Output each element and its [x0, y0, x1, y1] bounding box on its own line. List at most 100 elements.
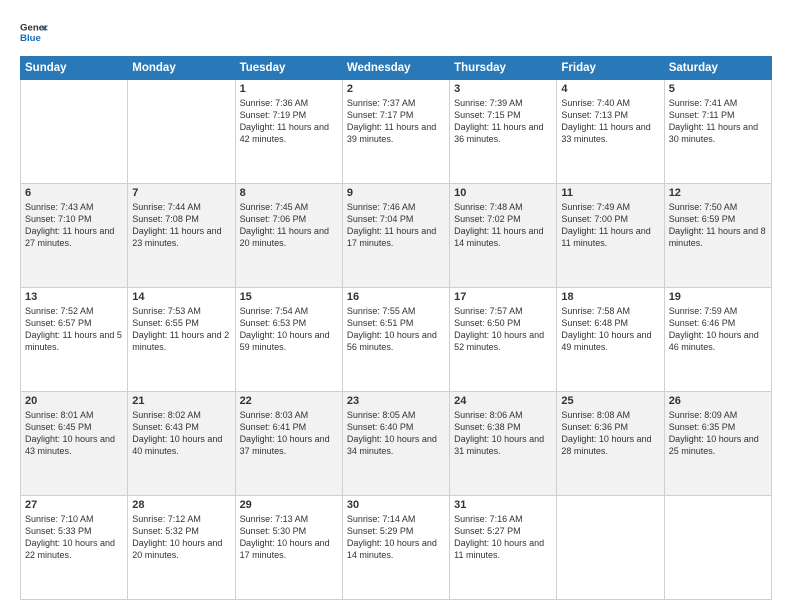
- day-number: 10: [454, 187, 552, 199]
- calendar-cell: 2 Sunrise: 7:37 AM Sunset: 7:17 PM Daylig…: [342, 80, 449, 184]
- day-number: 19: [669, 291, 767, 303]
- day-info: Sunrise: 8:06 AM Sunset: 6:38 PM Dayligh…: [454, 409, 552, 458]
- calendar-cell: 27 Sunrise: 7:10 AM Sunset: 5:33 PM Dayli…: [21, 496, 128, 600]
- day-info: Sunrise: 7:44 AM Sunset: 7:08 PM Dayligh…: [132, 201, 230, 250]
- calendar-week-row: 27 Sunrise: 7:10 AM Sunset: 5:33 PM Dayli…: [21, 496, 772, 600]
- calendar-cell: 13 Sunrise: 7:52 AM Sunset: 6:57 PM Dayli…: [21, 288, 128, 392]
- calendar-cell: 5 Sunrise: 7:41 AM Sunset: 7:11 PM Daylig…: [664, 80, 771, 184]
- page: General Blue SundayMondayTuesdayWednesda…: [0, 0, 792, 612]
- calendar-cell: 14 Sunrise: 7:53 AM Sunset: 6:55 PM Dayli…: [128, 288, 235, 392]
- day-of-week-header: Friday: [557, 57, 664, 80]
- day-info: Sunrise: 7:49 AM Sunset: 7:00 PM Dayligh…: [561, 201, 659, 250]
- day-info: Sunrise: 7:39 AM Sunset: 7:15 PM Dayligh…: [454, 97, 552, 146]
- calendar-cell: 22 Sunrise: 8:03 AM Sunset: 6:41 PM Dayli…: [235, 392, 342, 496]
- day-info: Sunrise: 8:05 AM Sunset: 6:40 PM Dayligh…: [347, 409, 445, 458]
- calendar-cell: 7 Sunrise: 7:44 AM Sunset: 7:08 PM Daylig…: [128, 184, 235, 288]
- day-info: Sunrise: 7:36 AM Sunset: 7:19 PM Dayligh…: [240, 97, 338, 146]
- calendar-cell: 21 Sunrise: 8:02 AM Sunset: 6:43 PM Dayli…: [128, 392, 235, 496]
- calendar-cell: 28Sunrise: 7:12 AM Sunset: 5:32 PM Dayli…: [128, 496, 235, 600]
- day-info: Sunrise: 8:02 AM Sunset: 6:43 PM Dayligh…: [132, 409, 230, 458]
- day-of-week-header: Sunday: [21, 57, 128, 80]
- day-number: 30: [347, 499, 445, 511]
- calendar-cell: 30 Sunrise: 7:14 AM Sunset: 5:29 PM Dayli…: [342, 496, 449, 600]
- day-number: 1: [240, 83, 338, 95]
- calendar-week-row: 1 Sunrise: 7:36 AM Sunset: 7:19 PM Daylig…: [21, 80, 772, 184]
- calendar-cell: 8 Sunrise: 7:45 AM Sunset: 7:06 PM Daylig…: [235, 184, 342, 288]
- day-info: Sunrise: 7:50 AM Sunset: 6:59 PM Dayligh…: [669, 201, 767, 250]
- calendar-cell: 25 Sunrise: 8:08 AM Sunset: 6:36 PM Dayli…: [557, 392, 664, 496]
- day-of-week-header: Thursday: [450, 57, 557, 80]
- calendar-week-row: 6 Sunrise: 7:43 AM Sunset: 7:10 PM Daylig…: [21, 184, 772, 288]
- day-info: Sunrise: 7:55 AM Sunset: 6:51 PM Dayligh…: [347, 305, 445, 354]
- day-number: 5: [669, 83, 767, 95]
- day-info: Sunrise: 8:09 AM Sunset: 6:35 PM Dayligh…: [669, 409, 767, 458]
- day-info: Sunrise: 7:16 AM Sunset: 5:27 PM Dayligh…: [454, 513, 552, 562]
- day-number: 7: [132, 187, 230, 199]
- calendar-cell: 31 Sunrise: 7:16 AM Sunset: 5:27 PM Dayli…: [450, 496, 557, 600]
- calendar-cell: 17 Sunrise: 7:57 AM Sunset: 6:50 PM Dayli…: [450, 288, 557, 392]
- day-info: Sunrise: 7:13 AM Sunset: 5:30 PM Dayligh…: [240, 513, 338, 562]
- day-info: Sunrise: 8:03 AM Sunset: 6:41 PM Dayligh…: [240, 409, 338, 458]
- day-info: Sunrise: 7:14 AM Sunset: 5:29 PM Dayligh…: [347, 513, 445, 562]
- day-number: 22: [240, 395, 338, 407]
- day-info: Sunrise: 7:54 AM Sunset: 6:53 PM Dayligh…: [240, 305, 338, 354]
- calendar-cell: [21, 80, 128, 184]
- calendar-cell: 15 Sunrise: 7:54 AM Sunset: 6:53 PM Dayli…: [235, 288, 342, 392]
- calendar-week-row: 20 Sunrise: 8:01 AM Sunset: 6:45 PM Dayli…: [21, 392, 772, 496]
- calendar-cell: 1 Sunrise: 7:36 AM Sunset: 7:19 PM Daylig…: [235, 80, 342, 184]
- day-number: 23: [347, 395, 445, 407]
- day-info: Sunrise: 7:52 AM Sunset: 6:57 PM Dayligh…: [25, 305, 123, 354]
- day-number: 9: [347, 187, 445, 199]
- calendar-cell: 12 Sunrise: 7:50 AM Sunset: 6:59 PM Dayli…: [664, 184, 771, 288]
- day-number: 20: [25, 395, 123, 407]
- calendar-cell: 6 Sunrise: 7:43 AM Sunset: 7:10 PM Daylig…: [21, 184, 128, 288]
- calendar-cell: 9 Sunrise: 7:46 AM Sunset: 7:04 PM Daylig…: [342, 184, 449, 288]
- day-info: Sunrise: 7:45 AM Sunset: 7:06 PM Dayligh…: [240, 201, 338, 250]
- day-number: 25: [561, 395, 659, 407]
- day-info: Sunrise: 8:01 AM Sunset: 6:45 PM Dayligh…: [25, 409, 123, 458]
- header: General Blue: [20, 18, 772, 46]
- day-of-week-header: Saturday: [664, 57, 771, 80]
- calendar-cell: 23 Sunrise: 8:05 AM Sunset: 6:40 PM Dayli…: [342, 392, 449, 496]
- day-info: Sunrise: 7:57 AM Sunset: 6:50 PM Dayligh…: [454, 305, 552, 354]
- day-number: 28: [132, 499, 230, 511]
- day-info: Sunrise: 7:58 AM Sunset: 6:48 PM Dayligh…: [561, 305, 659, 354]
- day-info: Sunrise: 7:37 AM Sunset: 7:17 PM Dayligh…: [347, 97, 445, 146]
- day-info: Sunrise: 7:53 AM Sunset: 6:55 PM Dayligh…: [132, 305, 230, 354]
- day-info: Sunrise: 7:59 AM Sunset: 6:46 PM Dayligh…: [669, 305, 767, 354]
- day-number: 13: [25, 291, 123, 303]
- day-of-week-header: Tuesday: [235, 57, 342, 80]
- day-number: 12: [669, 187, 767, 199]
- logo-icon: General Blue: [20, 18, 48, 46]
- day-info: Sunrise: 7:48 AM Sunset: 7:02 PM Dayligh…: [454, 201, 552, 250]
- svg-text:Blue: Blue: [20, 33, 41, 44]
- day-info: Sunrise: 7:41 AM Sunset: 7:11 PM Dayligh…: [669, 97, 767, 146]
- calendar-cell: 19 Sunrise: 7:59 AM Sunset: 6:46 PM Dayli…: [664, 288, 771, 392]
- calendar-cell: [128, 80, 235, 184]
- day-number: 27: [25, 499, 123, 511]
- calendar-cell: 3Sunrise: 7:39 AM Sunset: 7:15 PM Daylig…: [450, 80, 557, 184]
- calendar-cell: 29Sunrise: 7:13 AM Sunset: 5:30 PM Dayli…: [235, 496, 342, 600]
- day-number: 24: [454, 395, 552, 407]
- day-number: 6: [25, 187, 123, 199]
- day-info: Sunrise: 7:10 AM Sunset: 5:33 PM Dayligh…: [25, 513, 123, 562]
- calendar-cell: 26Sunrise: 8:09 AM Sunset: 6:35 PM Dayli…: [664, 392, 771, 496]
- day-info: Sunrise: 8:08 AM Sunset: 6:36 PM Dayligh…: [561, 409, 659, 458]
- calendar-cell: 11 Sunrise: 7:49 AM Sunset: 7:00 PM Dayli…: [557, 184, 664, 288]
- day-number: 18: [561, 291, 659, 303]
- day-number: 8: [240, 187, 338, 199]
- day-number: 15: [240, 291, 338, 303]
- day-number: 21: [132, 395, 230, 407]
- day-number: 2: [347, 83, 445, 95]
- day-number: 14: [132, 291, 230, 303]
- calendar-cell: [557, 496, 664, 600]
- day-info: Sunrise: 7:46 AM Sunset: 7:04 PM Dayligh…: [347, 201, 445, 250]
- day-info: Sunrise: 7:43 AM Sunset: 7:10 PM Dayligh…: [25, 201, 123, 250]
- calendar-cell: 10 Sunrise: 7:48 AM Sunset: 7:02 PM Dayli…: [450, 184, 557, 288]
- day-number: 4: [561, 83, 659, 95]
- day-number: 31: [454, 499, 552, 511]
- day-of-week-header: Monday: [128, 57, 235, 80]
- calendar-week-row: 13 Sunrise: 7:52 AM Sunset: 6:57 PM Dayli…: [21, 288, 772, 392]
- day-number: 17: [454, 291, 552, 303]
- day-number: 11: [561, 187, 659, 199]
